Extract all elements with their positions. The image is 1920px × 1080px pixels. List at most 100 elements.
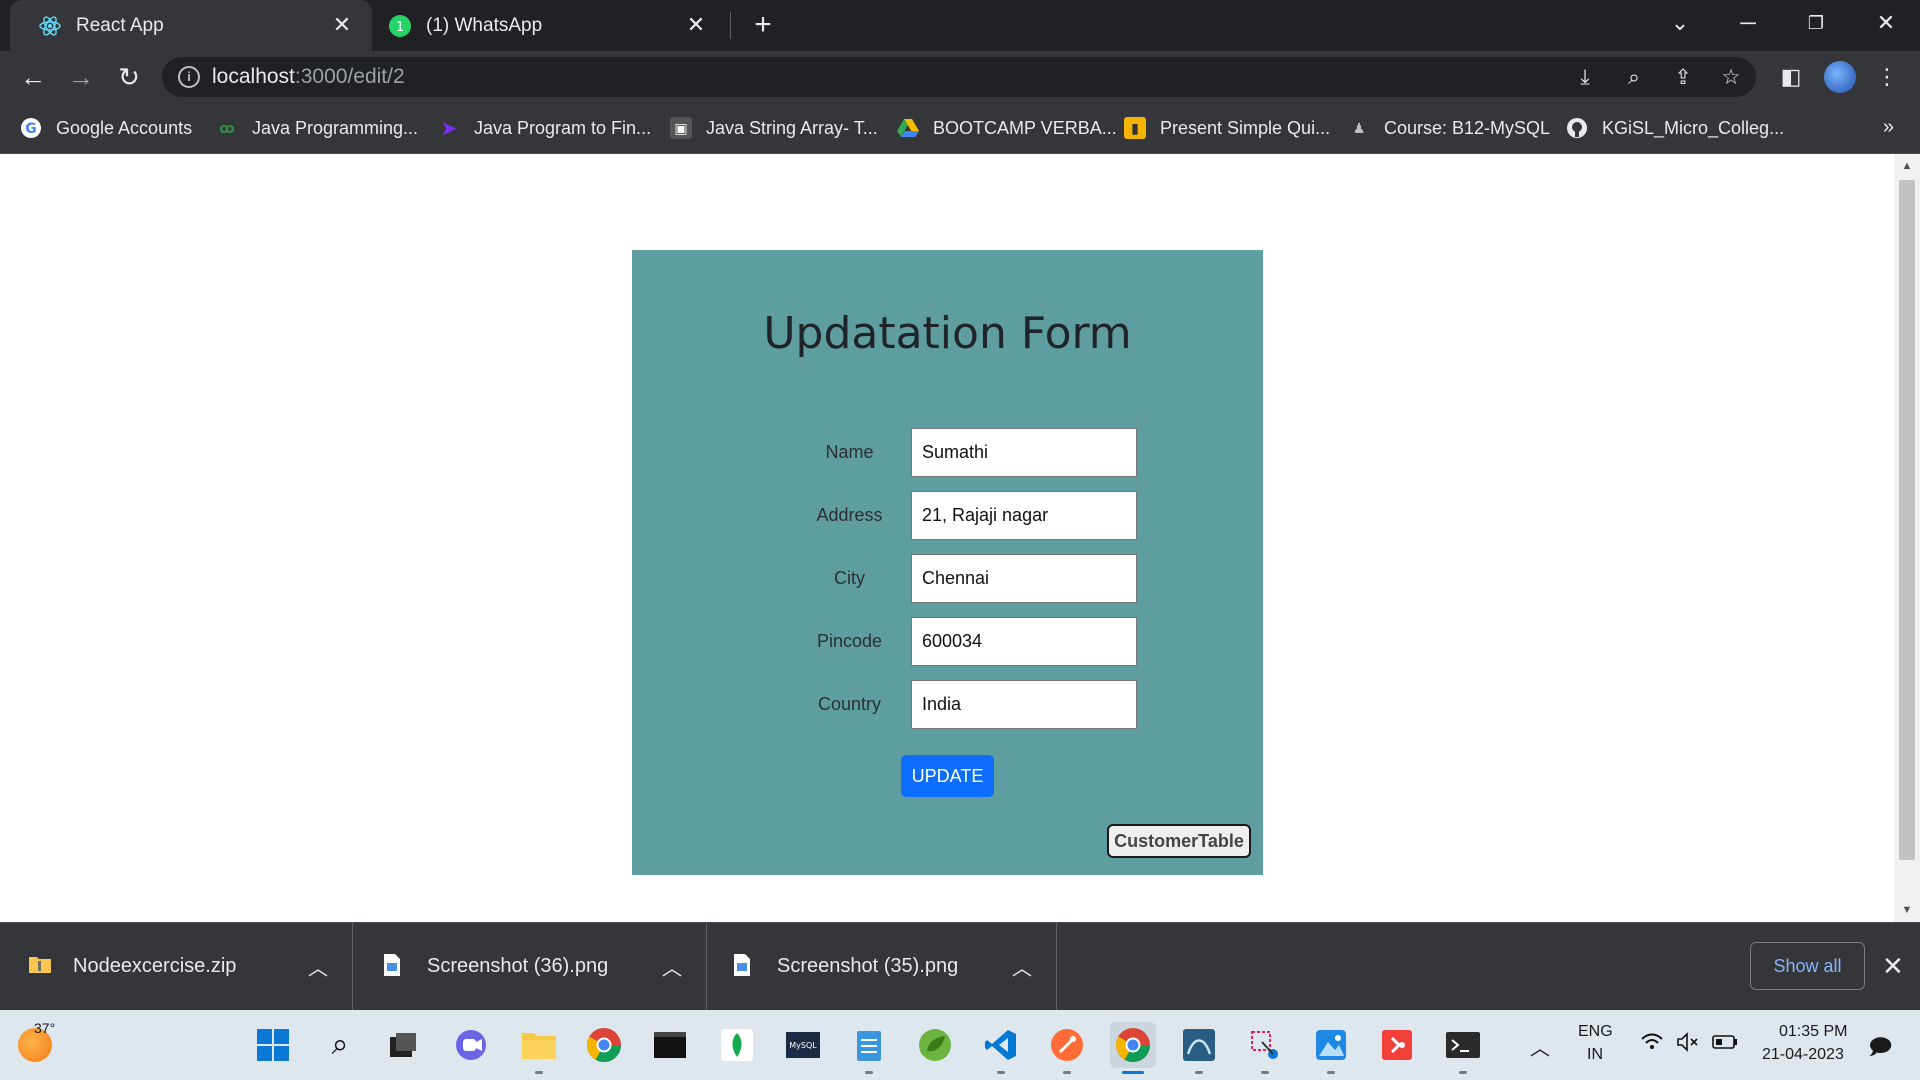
running-indicator: [1195, 1071, 1203, 1074]
zoom-icon[interactable]: ⌕: [1621, 65, 1647, 91]
bookmark-present-simple[interactable]: ▮ Present Simple Qui...: [1124, 116, 1330, 140]
bookmark-icon: ➤: [440, 117, 458, 140]
scroll-down-icon[interactable]: ▼: [1894, 900, 1920, 920]
close-tab-icon[interactable]: ✕: [684, 13, 708, 37]
bookmark-star-icon[interactable]: ☆: [1718, 65, 1744, 91]
country-row: Country: [632, 680, 1263, 729]
tab-whatsapp[interactable]: 1 (1) WhatsApp ✕: [372, 0, 726, 51]
snipping-tool-icon[interactable]: [1245, 1025, 1285, 1065]
forward-icon[interactable]: →: [66, 62, 96, 92]
reload-icon[interactable]: ↻: [114, 62, 144, 92]
tab-separator: [730, 12, 731, 39]
close-tab-icon[interactable]: ✕: [330, 13, 354, 37]
running-indicator: [865, 1071, 873, 1074]
vscode-icon[interactable]: [981, 1025, 1021, 1065]
language-bottom[interactable]: IN: [1587, 1046, 1603, 1064]
bookmark-bootcamp[interactable]: BOOTCAMP VERBA...: [897, 116, 1117, 140]
mysql-workbench-icon[interactable]: [1179, 1025, 1219, 1065]
tab-title: React App: [76, 14, 164, 36]
photos-icon[interactable]: [1311, 1025, 1351, 1065]
mysql-icon[interactable]: MySQL: [783, 1025, 823, 1065]
bookmark-label: Course: B12-MySQL: [1384, 117, 1551, 138]
customer-table-button[interactable]: CustomerTable: [1107, 824, 1251, 858]
clock-time[interactable]: 01:35 PM: [1779, 1023, 1847, 1041]
address-bar[interactable]: i localhost:3000/edit/2 ⤓ ⌕ ⇪ ☆: [162, 57, 1756, 97]
bookmark-label: Google Accounts: [56, 117, 193, 138]
svg-text:MySQL: MySQL: [789, 1041, 817, 1050]
scrollbar-thumb[interactable]: [1899, 180, 1915, 860]
start-icon[interactable]: [253, 1025, 293, 1065]
download-name: Nodeexcercise.zip: [73, 955, 237, 977]
github-icon: [1566, 117, 1588, 139]
minimize-icon[interactable]: ─: [1728, 8, 1768, 38]
tab-react-app[interactable]: React App ✕: [10, 0, 372, 51]
battery-icon[interactable]: [1712, 1034, 1738, 1055]
bookmark-java-string-array[interactable]: ▣ Java String Array- T...: [670, 116, 878, 140]
restore-icon[interactable]: ❐: [1796, 8, 1836, 38]
download-item[interactable]: Screenshot (36).png ︿: [354, 923, 707, 1011]
country-input[interactable]: [911, 680, 1137, 729]
download-item[interactable]: Screenshot (35).png ︿: [704, 923, 1057, 1011]
terminal-icon[interactable]: [650, 1025, 690, 1065]
back-icon[interactable]: ←: [18, 62, 48, 92]
chrome-active-icon[interactable]: [1110, 1022, 1156, 1068]
bookmark-icon: ♟: [1352, 119, 1366, 136]
spring-icon[interactable]: [915, 1025, 955, 1065]
city-input[interactable]: [911, 554, 1137, 603]
file-explorer-icon[interactable]: [519, 1025, 559, 1065]
command-prompt-icon[interactable]: [1443, 1025, 1483, 1065]
bookmark-label: Java Program to Fin...: [474, 117, 652, 138]
chevron-up-icon[interactable]: ︿: [308, 952, 328, 981]
download-item[interactable]: Nodeexcercise.zip ︿: [0, 923, 353, 1011]
url-text[interactable]: localhost:3000/edit/2: [212, 65, 405, 89]
running-indicator: [1261, 1071, 1269, 1074]
new-tab-icon[interactable]: +: [748, 10, 778, 40]
task-view-icon[interactable]: [383, 1025, 423, 1065]
bookmark-course-mysql[interactable]: ♟ Course: B12-MySQL: [1348, 116, 1550, 140]
bookmark-java-program-to-find[interactable]: ➤ Java Program to Fin...: [438, 116, 651, 140]
profile-avatar[interactable]: [1824, 61, 1856, 93]
name-row: Name: [632, 428, 1263, 477]
active-indicator: [1122, 1071, 1144, 1074]
scroll-up-icon[interactable]: ▲: [1894, 156, 1920, 176]
bookmark-google-accounts[interactable]: G Google Accounts: [20, 116, 192, 140]
close-icon[interactable]: ✕: [1882, 951, 1904, 982]
address-input[interactable]: [911, 491, 1137, 540]
install-icon[interactable]: ⤓: [1572, 65, 1598, 91]
bookmark-label: Java String Array- T...: [706, 117, 878, 138]
mongodb-icon[interactable]: [717, 1025, 757, 1065]
notepad-icon[interactable]: [849, 1025, 889, 1065]
bookmark-kgisl[interactable]: KGiSL_Micro_Colleg...: [1566, 116, 1784, 140]
clock-date[interactable]: 21-04-2023: [1762, 1046, 1844, 1064]
taskbar: 37° ⌕ MySQL ︿ ENG IN 01:35 PM 21-04-2023…: [0, 1010, 1920, 1080]
notification-icon[interactable]: 🗩: [1868, 1030, 1892, 1068]
tab-search-icon[interactable]: ⌄: [1660, 8, 1700, 38]
chevron-up-icon[interactable]: ︿: [662, 952, 682, 981]
teams-chat-icon[interactable]: [451, 1025, 491, 1065]
bookmark-java-programming[interactable]: ꝏ Java Programming...: [216, 116, 418, 140]
share-icon[interactable]: ⇪: [1670, 65, 1696, 91]
postman-icon[interactable]: [1047, 1025, 1087, 1065]
language-top[interactable]: ENG: [1578, 1023, 1613, 1041]
browser-toolbar: ← → ↻ i localhost:3000/edit/2 ⤓ ⌕ ⇪ ☆ ◧ …: [0, 51, 1920, 103]
pincode-input[interactable]: [911, 617, 1137, 666]
update-button[interactable]: UPDATE: [901, 755, 994, 797]
git-icon[interactable]: [1377, 1025, 1417, 1065]
more-bookmarks-icon[interactable]: »: [1883, 116, 1894, 139]
volume-muted-icon[interactable]: [1676, 1032, 1700, 1057]
site-info-icon[interactable]: i: [178, 66, 200, 88]
bookmark-label: BOOTCAMP VERBA...: [933, 117, 1117, 138]
chevron-up-icon[interactable]: ︿: [1012, 952, 1032, 981]
gfg-icon: ꝏ: [219, 119, 235, 136]
city-row: City: [632, 554, 1263, 603]
page-scrollbar[interactable]: ▲ ▼: [1894, 154, 1920, 922]
show-all-button[interactable]: Show all: [1750, 942, 1865, 990]
name-input[interactable]: [911, 428, 1137, 477]
menu-icon[interactable]: ⋮: [1872, 62, 1902, 92]
wifi-icon[interactable]: [1640, 1032, 1664, 1058]
side-panel-icon[interactable]: ◧: [1776, 62, 1806, 92]
chrome-icon[interactable]: [584, 1025, 624, 1065]
window-close-icon[interactable]: ✕: [1866, 8, 1906, 38]
chevron-up-icon[interactable]: ︿: [1530, 1032, 1550, 1061]
search-icon[interactable]: ⌕: [320, 1025, 360, 1065]
